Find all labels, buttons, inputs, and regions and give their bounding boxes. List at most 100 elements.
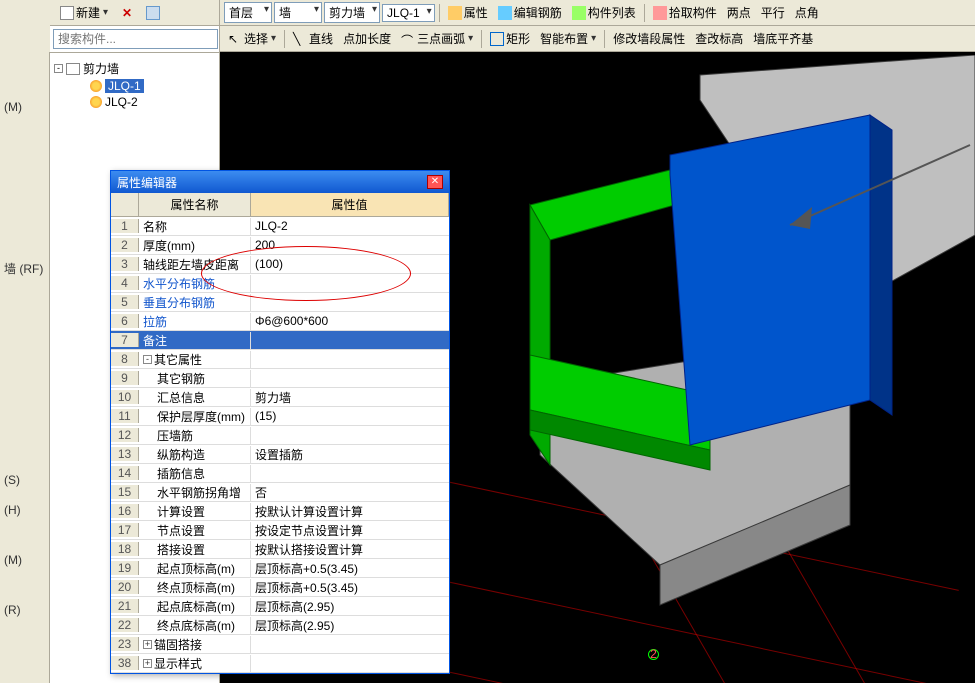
pick-component-button[interactable]: 拾取构件	[649, 2, 721, 23]
list-icon	[572, 6, 586, 20]
property-name: 名称	[143, 218, 167, 235]
arc3-button[interactable]: ⌒三点画弧▾	[397, 28, 477, 49]
property-row[interactable]: 18搭接设置按默认搭接设置计算	[111, 540, 449, 559]
property-row[interactable]: 4水平分布钢筋	[111, 274, 449, 293]
smart-layout-button[interactable]: 智能布置▾	[536, 28, 600, 49]
tree-root[interactable]: - 剪力墙	[54, 59, 215, 78]
copy-button[interactable]	[142, 4, 164, 22]
property-editor: 属性编辑器 ✕ 属性名称 属性值 1名称JLQ-22厚度(mm)2003轴线距左…	[110, 170, 450, 674]
property-row[interactable]: 3轴线距左墙皮距离(100)	[111, 255, 449, 274]
property-row[interactable]: 12压墙筋	[111, 426, 449, 445]
property-row[interactable]: 13纵筋构造设置插筋	[111, 445, 449, 464]
property-row[interactable]: 22终点底标高(m)层顶标高(2.95)	[111, 616, 449, 635]
property-row[interactable]: 10汇总信息剪力墙	[111, 388, 449, 407]
strip-item[interactable]: (M)	[0, 92, 49, 122]
property-row[interactable]: 2厚度(mm)200	[111, 236, 449, 255]
bottom-align-button[interactable]: 墙底平齐基	[749, 28, 817, 49]
copy-icon	[146, 6, 160, 20]
property-row[interactable]: 14插筋信息	[111, 464, 449, 483]
strip-item[interactable]: (R)	[0, 595, 49, 625]
component-icon	[90, 96, 102, 108]
component-list-button[interactable]: 构件列表	[568, 2, 640, 23]
parallel-button[interactable]: 平行	[757, 2, 789, 23]
expand-icon[interactable]: +	[143, 659, 152, 668]
expand-icon[interactable]: -	[143, 355, 152, 364]
property-value[interactable]: 设置插筋	[251, 446, 449, 463]
property-name: 压墙筋	[143, 427, 193, 444]
property-name: 终点顶标高(m)	[143, 579, 235, 596]
property-row[interactable]: 9其它钢筋	[111, 369, 449, 388]
property-name: 起点顶标高(m)	[143, 560, 235, 577]
property-name: 拉筋	[143, 313, 167, 330]
property-row[interactable]: 15水平钢筋拐角增否	[111, 483, 449, 502]
strip-item[interactable]: (M)	[0, 545, 49, 575]
property-row[interactable]: 38+显示样式	[111, 654, 449, 673]
col-value: 属性值	[251, 193, 449, 216]
close-button[interactable]: ✕	[427, 175, 443, 189]
property-row[interactable]: 23+锚固搭接	[111, 635, 449, 654]
two-point-button[interactable]: 两点	[723, 2, 755, 23]
strip-item[interactable]: (S)	[0, 465, 49, 495]
collapse-icon[interactable]: -	[54, 64, 63, 73]
component-combo[interactable]: JLQ-1	[382, 4, 435, 22]
property-value[interactable]: 层顶标高(2.95)	[251, 598, 449, 615]
property-row[interactable]: 1名称JLQ-2	[111, 217, 449, 236]
category-combo[interactable]: 墙	[274, 2, 322, 23]
strip-item[interactable]: (H)	[0, 495, 49, 525]
tree-item-jlq1[interactable]: JLQ-1	[54, 78, 215, 94]
point-angle-button[interactable]: 点角	[791, 2, 823, 23]
property-editor-titlebar[interactable]: 属性编辑器 ✕	[111, 171, 449, 193]
properties-button[interactable]: 属性	[444, 2, 492, 23]
property-row[interactable]: 19起点顶标高(m)层顶标高+0.5(3.45)	[111, 559, 449, 578]
component-tree: - 剪力墙 JLQ-1 JLQ-2	[50, 53, 219, 116]
property-body: 1名称JLQ-22厚度(mm)2003轴线距左墙皮距离(100)4水平分布钢筋5…	[111, 217, 449, 673]
search-input[interactable]	[53, 29, 218, 49]
pick-icon	[653, 6, 667, 20]
property-value[interactable]: 按默认搭接设置计算	[251, 541, 449, 558]
property-value[interactable]: 层顶标高(2.95)	[251, 617, 449, 634]
select-button[interactable]: ↖选择▾	[224, 28, 280, 49]
property-row[interactable]: 16计算设置按默认计算设置计算	[111, 502, 449, 521]
property-row[interactable]: 5垂直分布钢筋	[111, 293, 449, 312]
property-value[interactable]: 层顶标高+0.5(3.45)	[251, 579, 449, 596]
property-row[interactable]: 7备注	[111, 331, 449, 350]
property-name: 起点底标高(m)	[143, 598, 235, 615]
axis-node-2[interactable]: 2	[648, 649, 659, 660]
property-value[interactable]: 否	[251, 484, 449, 501]
property-row[interactable]: 11保护层厚度(mm)(15)	[111, 407, 449, 426]
property-header: 属性名称 属性值	[111, 193, 449, 217]
property-row[interactable]: 8-其它属性	[111, 350, 449, 369]
rect-button[interactable]: 矩形	[486, 28, 534, 49]
type-combo[interactable]: 剪力墙	[324, 2, 380, 23]
strip-item[interactable]: 墙 (RF)	[0, 252, 49, 285]
edit-rebar-button[interactable]: 编辑钢筋	[494, 2, 566, 23]
arc-icon: ⌒	[401, 32, 415, 46]
property-row[interactable]: 6拉筋Φ6@600*600	[111, 312, 449, 331]
delete-button[interactable]: ✕	[118, 4, 136, 22]
property-value[interactable]: (15)	[251, 409, 449, 423]
expand-icon[interactable]: +	[143, 640, 152, 649]
point-extend-button[interactable]: 点加长度	[339, 28, 395, 49]
tree-item-jlq2[interactable]: JLQ-2	[54, 94, 215, 110]
property-value[interactable]: 200	[251, 238, 449, 252]
floor-combo[interactable]: 首层	[224, 2, 272, 23]
new-button[interactable]: 新建▾	[56, 2, 112, 23]
modify-elevation-button[interactable]: 查改标高	[691, 28, 747, 49]
property-row[interactable]: 21起点底标高(m)层顶标高(2.95)	[111, 597, 449, 616]
rect-icon	[490, 32, 504, 46]
property-row[interactable]: 20终点顶标高(m)层顶标高+0.5(3.45)	[111, 578, 449, 597]
property-value[interactable]: 按设定节点设置计算	[251, 522, 449, 539]
property-value[interactable]: JLQ-2	[251, 219, 449, 233]
property-value[interactable]: (100)	[251, 257, 449, 271]
property-value[interactable]: 剪力墙	[251, 389, 449, 406]
property-value[interactable]: 按默认计算设置计算	[251, 503, 449, 520]
left-tool-strip: (M) 墙 (RF) (S) (H) (M) (R)	[0, 52, 50, 683]
property-name: 汇总信息	[143, 389, 205, 406]
modify-wall-button[interactable]: 修改墙段属性	[609, 28, 689, 49]
search-row: 🔍	[50, 26, 219, 53]
property-value[interactable]: 层顶标高+0.5(3.45)	[251, 560, 449, 577]
property-row[interactable]: 17节点设置按设定节点设置计算	[111, 521, 449, 540]
property-value[interactable]: Φ6@600*600	[251, 314, 449, 328]
toolbar-row2: ↖选择▾ ╲直线 点加长度 ⌒三点画弧▾ 矩形 智能布置▾ 修改墙段属性 查改标…	[220, 26, 975, 52]
line-button[interactable]: ╲直线	[289, 28, 337, 49]
